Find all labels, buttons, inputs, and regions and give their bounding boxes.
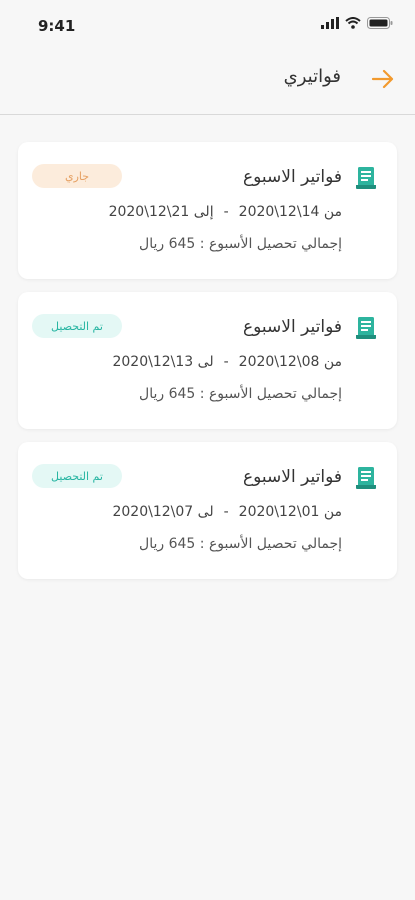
status-bar: 9:41 [0,0,415,52]
header: فواتيري [0,52,415,115]
status-badge: جاري [32,164,122,188]
arrow-right-icon [371,69,394,89]
status-badge: تم التحصيل [32,464,122,488]
invoice-card[interactable]: فواتير الاسبوع إلى 21\12\2020 - من 14\12… [18,142,397,279]
battery-icon [367,17,393,29]
back-button[interactable] [369,65,397,93]
status-badge: تم التحصيل [32,314,122,338]
invoice-title: فواتير الاسبوع [243,467,342,487]
invoice-total: إجمالي تحصيل الأسبوع : 645 ريال [139,236,342,252]
invoice-date-range: لى 13\12\2020 - من 08\12\2020 [112,354,342,370]
status-icons [321,17,393,29]
invoice-date-range: لى 07\12\2020 - من 01\12\2020 [112,504,342,520]
signal-icon [321,17,339,29]
invoice-title: فواتير الاسبوع [243,317,342,337]
date-separator: - [223,354,229,370]
page-title: فواتيري [283,66,341,87]
invoice-total: إجمالي تحصيل الأسبوع : 645 ريال [139,386,342,402]
date-to: لى 13\12\2020 [112,354,214,370]
date-separator: - [223,204,229,220]
date-from: من 14\12\2020 [238,204,342,220]
invoice-total: إجمالي تحصيل الأسبوع : 645 ريال [139,536,342,552]
date-to: إلى 21\12\2020 [108,204,214,220]
invoice-icon [356,317,376,339]
invoice-date-range: إلى 21\12\2020 - من 14\12\2020 [109,204,342,220]
wifi-icon [345,17,361,29]
invoice-list: فواتير الاسبوع إلى 21\12\2020 - من 14\12… [18,142,397,592]
invoice-card[interactable]: فواتير الاسبوع لى 13\12\2020 - من 08\12\… [18,292,397,429]
date-to: لى 07\12\2020 [112,504,214,520]
date-from: من 08\12\2020 [238,354,342,370]
invoice-icon [356,467,376,489]
invoice-icon [356,167,376,189]
invoice-title: فواتير الاسبوع [243,167,342,187]
invoice-card[interactable]: فواتير الاسبوع لى 07\12\2020 - من 01\12\… [18,442,397,579]
date-from: من 01\12\2020 [238,504,342,520]
status-time: 9:41 [38,17,76,35]
date-separator: - [223,504,229,520]
